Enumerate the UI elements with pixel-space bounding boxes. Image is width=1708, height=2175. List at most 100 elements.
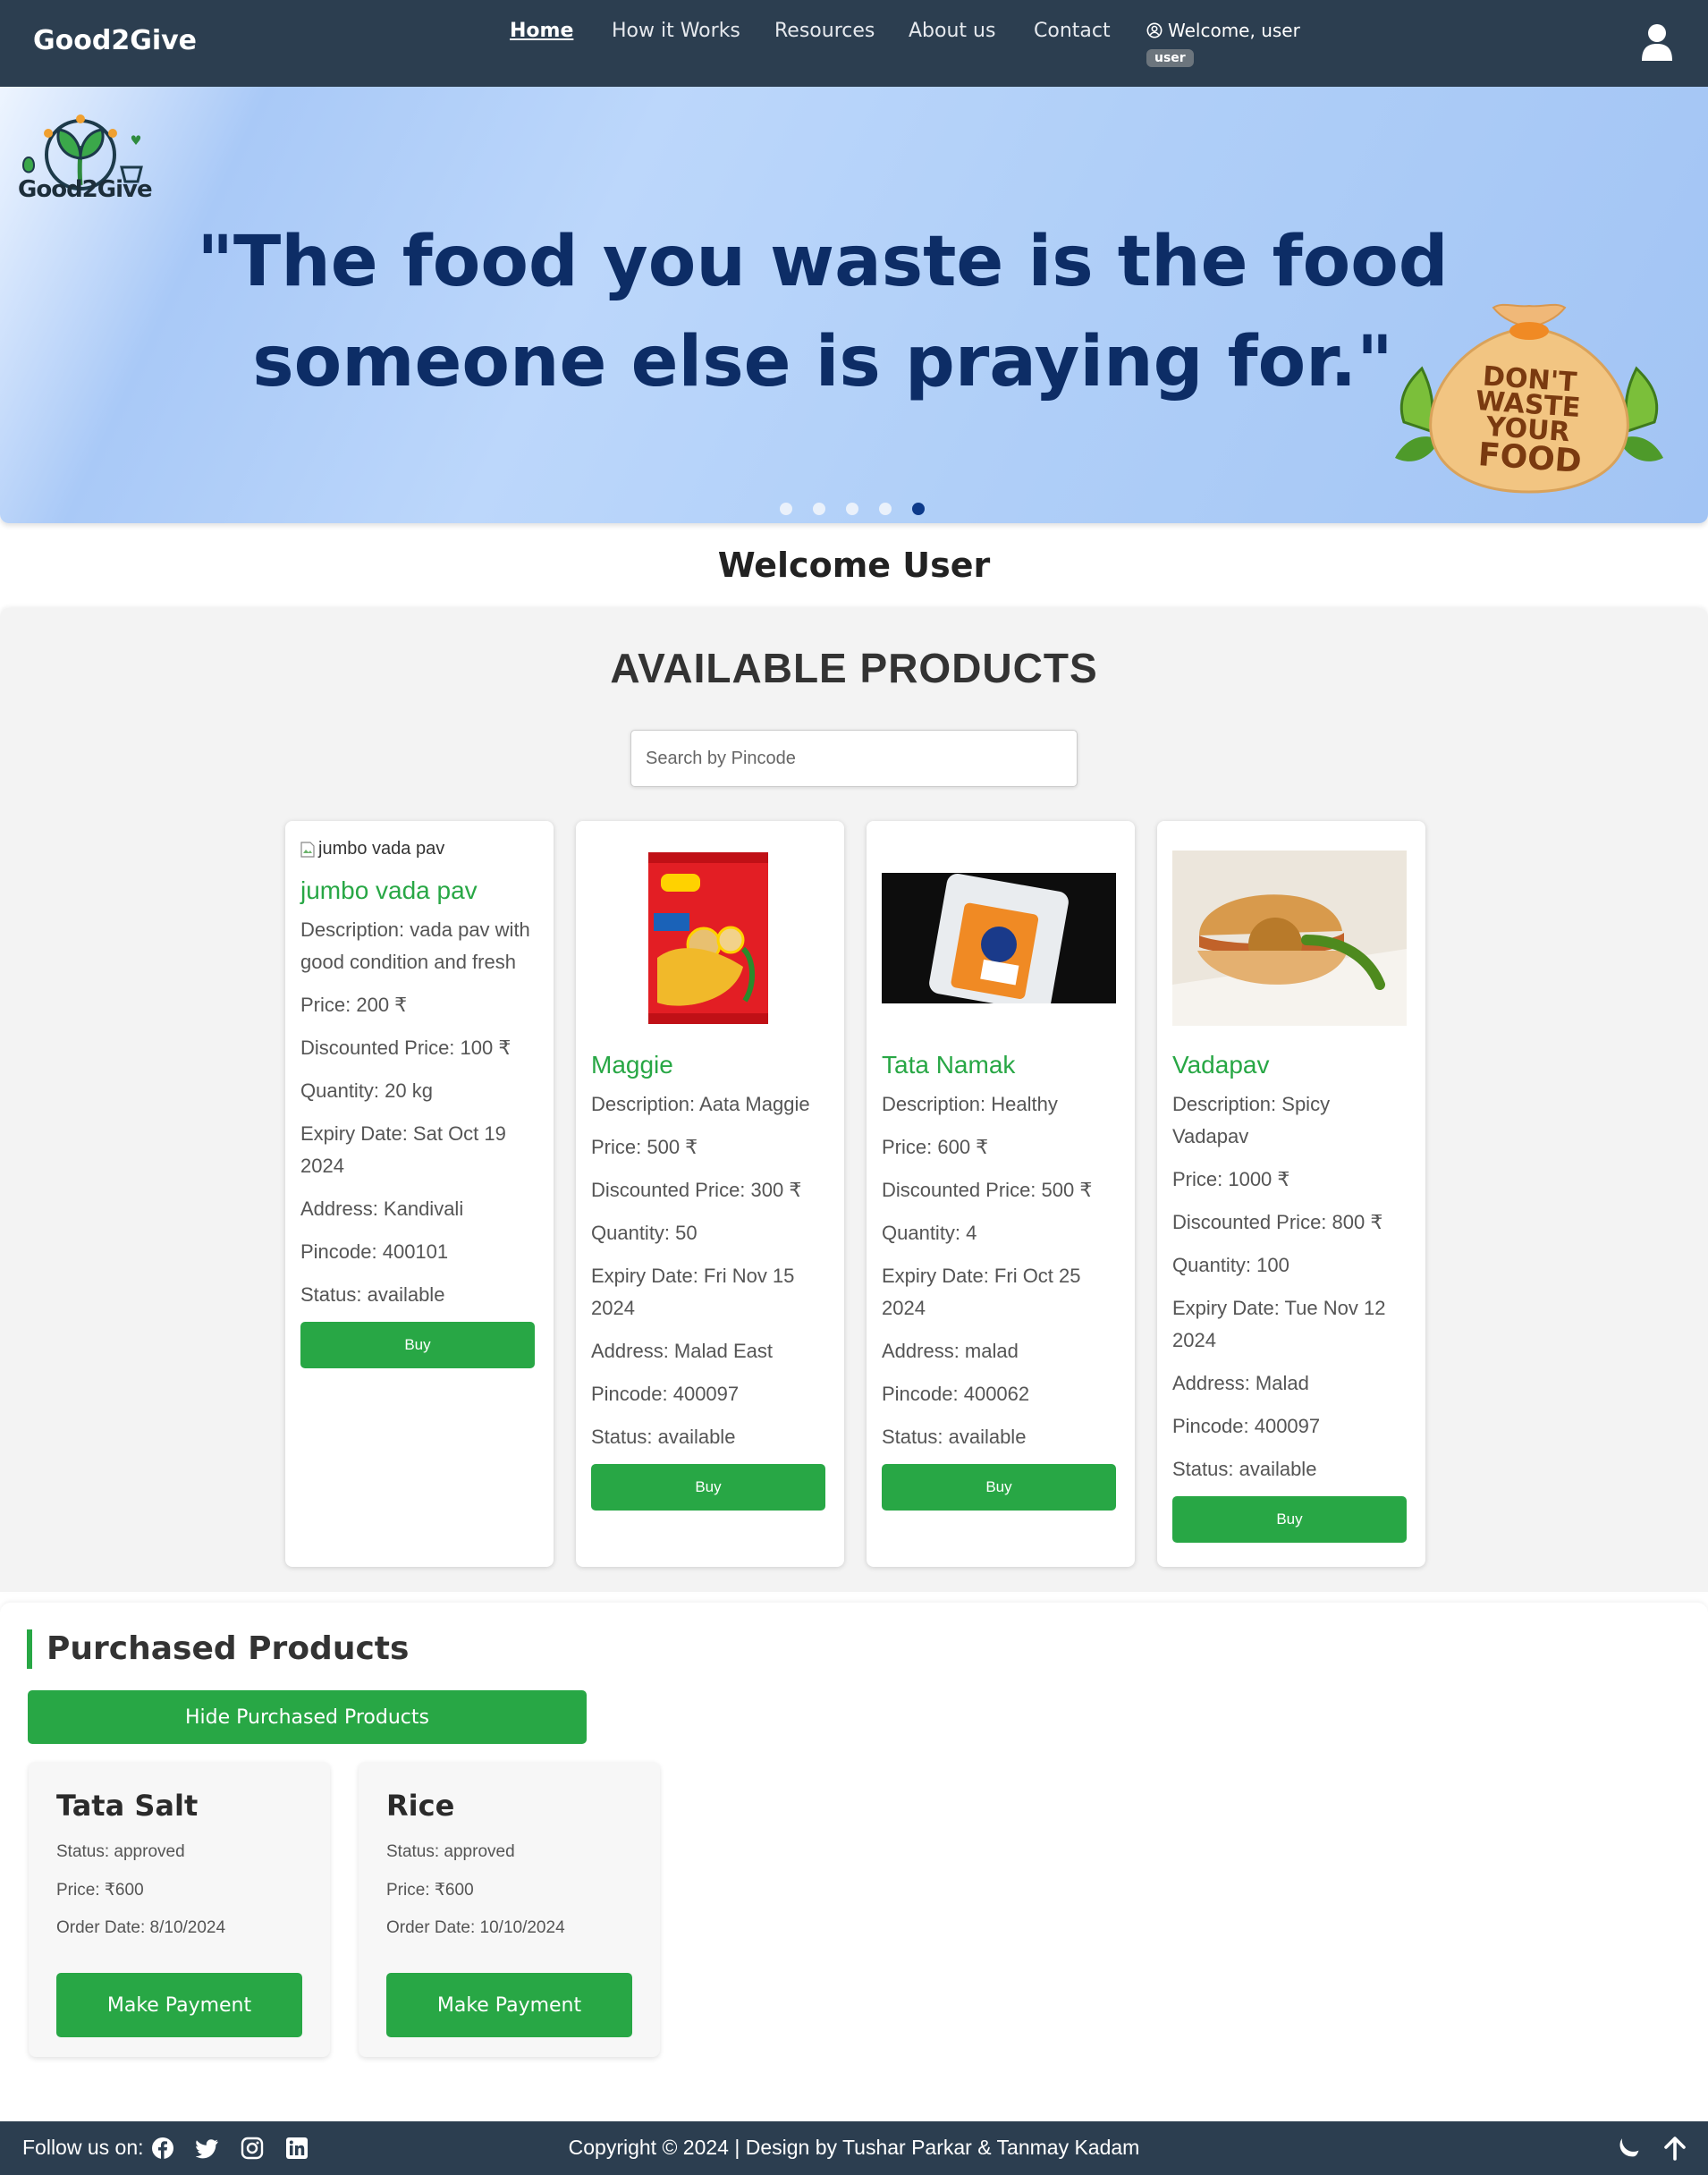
product-name: jumbo vada pav [300,876,478,904]
product-address: Address: Malad East [591,1340,773,1362]
facebook-icon[interactable] [151,2137,174,2160]
nav-home[interactable]: Home [510,20,573,42]
hero-quote-line-1: "The food you waste is the food [197,222,1449,302]
available-products-title: AVAILABLE PRODUCTS [610,645,1098,691]
product-description: Description: Aata Maggie [591,1093,810,1115]
product-image-tata-namak [882,851,1116,1026]
purchased-order-date: Order Date: 8/10/2024 [56,1918,226,1937]
product-expiry-date: Expiry Date: Fri Oct 25 2024 [882,1265,1081,1319]
product-address: Address: Malad [1172,1372,1309,1394]
purchased-card: Tata Salt Status: approved Price: ₹600 O… [29,1762,330,2057]
carousel-indicators [780,503,925,515]
hero-quote-line-2: someone else is praying for." [252,322,1393,402]
role-badge: user [1146,49,1194,67]
purchased-name: Tata Salt [56,1789,199,1823]
available-products-section: AVAILABLE PRODUCTS jumbo vada pav jumbo … [0,608,1708,1592]
make-payment-button[interactable]: Make Payment [56,1973,302,2037]
logo-wordmark: Good2Give [18,176,153,203]
purchased-price: Price: ₹600 [386,1881,474,1900]
product-pincode: Pincode: 400101 [300,1240,449,1263]
linkedin-icon[interactable] [285,2137,309,2160]
product-expiry-date: Expiry Date: Fri Nov 15 2024 [591,1265,795,1319]
dark-mode-toggle-icon[interactable] [1615,2135,1642,2162]
product-quantity: Quantity: 50 [591,1222,698,1244]
nav-how-it-works[interactable]: How it Works [612,20,740,42]
broken-image: jumbo vada pav [300,839,444,859]
product-status: Status: available [300,1283,445,1306]
product-price: Price: 200 ₹ [300,994,408,1016]
product-name: Vadapav [1172,1051,1270,1079]
product-price: Price: 1000 ₹ [1172,1168,1290,1190]
buy-button[interactable]: Buy [300,1322,535,1368]
hero-quote: "The food you waste is the food someone … [161,212,1484,412]
dont-waste-food-sack-illustration: DON'T WASTE YOUR FOOD [1395,303,1663,494]
carousel-dot-2[interactable] [813,503,825,515]
brand-logo-text[interactable]: Good2Give [33,25,197,56]
product-card: Maggie Description: Aata Maggie Price: 5… [576,821,844,1567]
product-quantity: Quantity: 20 kg [300,1079,433,1102]
product-card-body: jumbo vada pav Description: vada pav wit… [300,873,535,1368]
twitter-icon[interactable] [196,2137,219,2160]
hide-purchased-button[interactable]: Hide Purchased Products [28,1690,587,1744]
carousel-dot-1[interactable] [780,503,792,515]
purchased-status: Status: approved [56,1842,185,1861]
nav-about-us[interactable]: About us [909,20,995,42]
broken-image-icon [300,841,315,858]
purchased-name: Rice [386,1789,455,1823]
footer: Follow us on: Copyright © 2024 | Design … [0,2121,1708,2175]
tata-salt-image [882,873,1116,1003]
maggie-pack-image [648,852,768,1024]
welcome-heading: Welcome User [717,546,991,585]
buy-button[interactable]: Buy [1172,1496,1407,1543]
product-discounted-price: Discounted Price: 500 ₹ [882,1179,1093,1201]
product-price: Price: 500 ₹ [591,1136,698,1158]
carousel-dot-3[interactable] [846,503,858,515]
product-expiry-date: Expiry Date: Sat Oct 19 2024 [300,1122,506,1177]
product-status: Status: available [591,1426,736,1448]
purchased-price: Price: ₹600 [56,1881,144,1900]
product-card: Vadapav Description: Spicy Vadapav Price… [1157,821,1425,1567]
buy-button[interactable]: Buy [591,1464,825,1511]
welcome-text: Welcome, user [1168,20,1300,41]
welcome-user-menu[interactable]: Welcome, user [1146,20,1300,41]
product-card-body: Tata Namak Description: Healthy Price: 6… [882,1047,1116,1511]
product-name: Tata Namak [882,1051,1016,1079]
buy-button[interactable]: Buy [882,1464,1116,1511]
carousel-dot-4[interactable] [879,503,892,515]
product-expiry-date: Expiry Date: Tue Nov 12 2024 [1172,1297,1386,1351]
purchased-order-date: Order Date: 10/10/2024 [386,1918,565,1937]
product-name: Maggie [591,1051,673,1079]
product-discounted-price: Discounted Price: 800 ₹ [1172,1211,1383,1233]
purchased-card: Rice Status: approved Price: ₹600 Order … [359,1762,660,2057]
product-quantity: Quantity: 100 [1172,1254,1289,1276]
sack-text-4: FOOD [1477,436,1583,480]
product-price: Price: 600 ₹ [882,1136,989,1158]
top-navbar: Good2Give Home How it Works Resources Ab… [0,0,1708,87]
image-alt-text: jumbo vada pav [318,839,445,859]
product-discounted-price: Discounted Price: 100 ₹ [300,1037,512,1059]
instagram-icon[interactable] [241,2137,264,2160]
user-circle-icon [1146,22,1163,38]
product-pincode: Pincode: 400097 [591,1383,740,1405]
nav-resources[interactable]: Resources [774,20,875,42]
product-image-vadapav [1172,851,1407,1026]
product-card-body: Vadapav Description: Spicy Vadapav Price… [1172,1047,1407,1543]
purchased-products-section: Purchased Products Hide Purchased Produc… [0,1603,1708,2121]
hero-carousel: Good2Give "The food you waste is the foo… [0,87,1708,523]
product-card: Tata Namak Description: Healthy Price: 6… [867,821,1135,1567]
product-card: jumbo vada pav jumbo vada pav Descriptio… [285,821,554,1567]
product-description: Description: Healthy [882,1093,1058,1115]
product-pincode: Pincode: 400062 [882,1383,1030,1405]
scroll-to-top-arrow-icon[interactable] [1661,2135,1688,2162]
product-card-body: Maggie Description: Aata Maggie Price: 5… [591,1047,825,1511]
product-address: Address: malad [882,1340,1019,1362]
product-quantity: Quantity: 4 [882,1222,977,1244]
nav-contact[interactable]: Contact [1034,20,1111,42]
profile-icon[interactable] [1641,23,1673,63]
pincode-search-input[interactable] [630,730,1078,787]
product-description: Description: vada pav with good conditio… [300,918,530,973]
make-payment-button[interactable]: Make Payment [386,1973,632,2037]
product-discounted-price: Discounted Price: 300 ₹ [591,1179,802,1201]
carousel-dot-5[interactable] [912,503,925,515]
product-description: Description: Spicy Vadapav [1172,1093,1331,1147]
